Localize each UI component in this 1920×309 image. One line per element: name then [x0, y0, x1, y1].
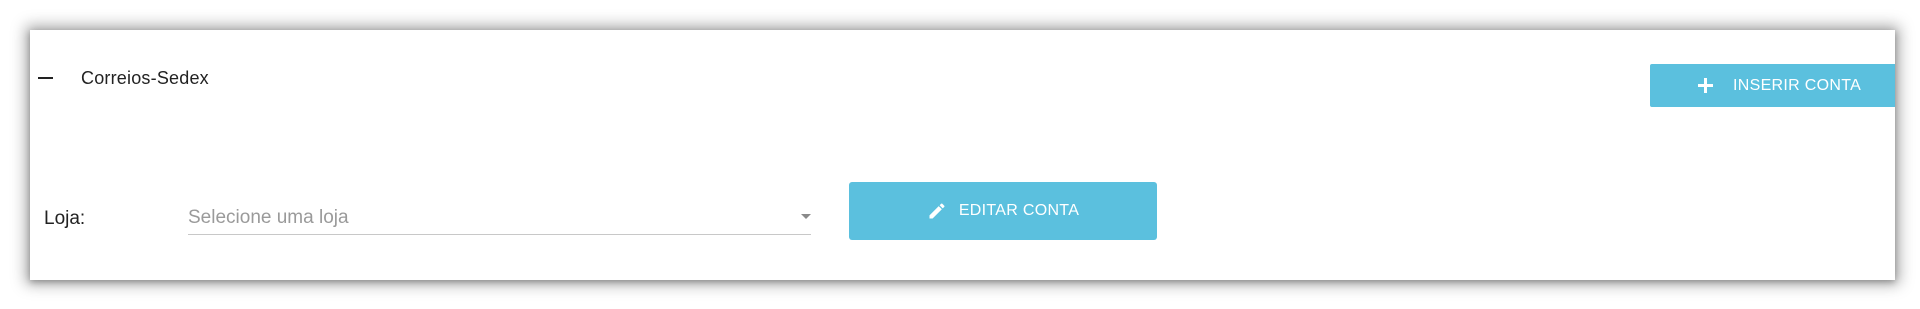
store-select[interactable]: Selecione uma loja — [188, 200, 811, 235]
insert-account-button[interactable]: INSERIR CONTA — [1650, 64, 1895, 107]
edit-account-label: EDITAR CONTA — [958, 202, 1080, 219]
store-select-placeholder: Selecione uma loja — [188, 207, 349, 228]
edit-account-button[interactable]: EDITAR CONTA — [849, 182, 1157, 240]
panel-title: Correios-Sedex — [81, 68, 209, 88]
minus-icon[interactable] — [38, 77, 53, 79]
store-label: Loja: — [44, 208, 86, 229]
account-panel: Correios-Sedex INSERIR CONTA Loja: Selec… — [30, 30, 1895, 280]
plus-icon — [1698, 78, 1713, 93]
pencil-icon — [929, 203, 945, 219]
caret-down-icon — [801, 214, 811, 219]
insert-account-label: INSERIR CONTA — [1733, 76, 1862, 94]
